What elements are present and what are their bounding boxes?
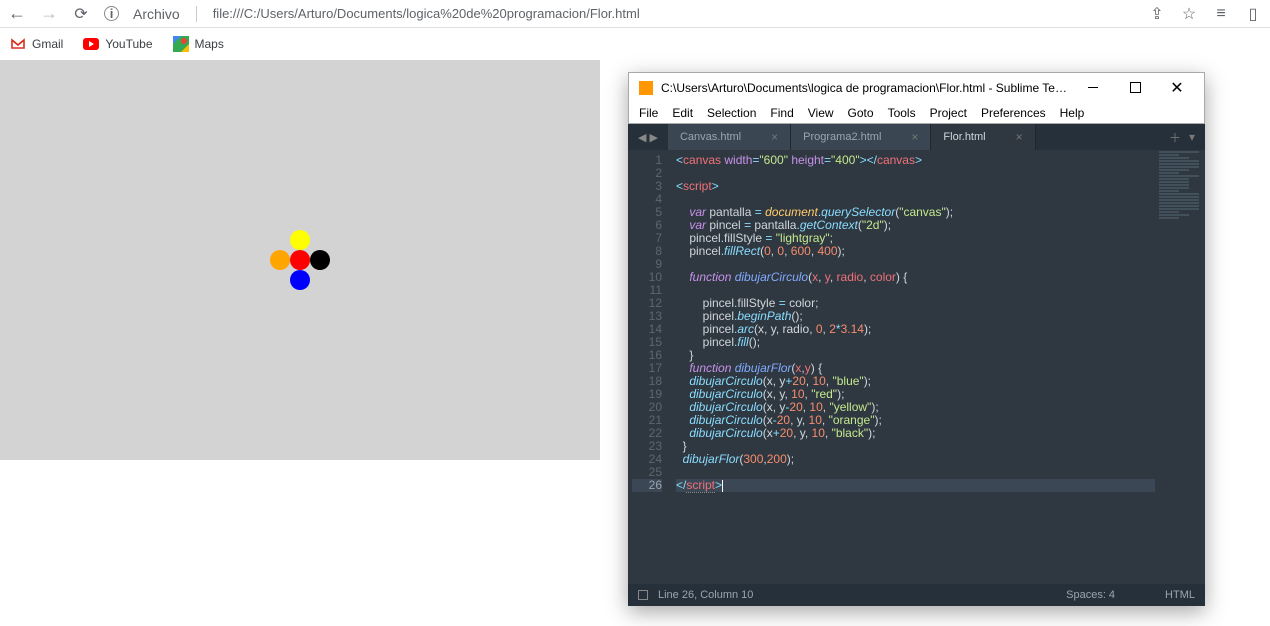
code-line[interactable]: pincel.fillRect(0, 0, 600, 400);	[676, 245, 1205, 258]
tab-close-icon[interactable]: ×	[911, 130, 918, 144]
tab-scroll-arrows[interactable]: ◀ ▶	[628, 124, 668, 150]
flower-petal	[270, 250, 290, 270]
tab-close-icon[interactable]: ×	[771, 130, 778, 144]
bookmark-label: Maps	[195, 37, 224, 51]
menu-file[interactable]: File	[639, 106, 658, 120]
code-line[interactable]: <script>	[676, 180, 1205, 193]
menu-tools[interactable]: Tools	[888, 106, 916, 120]
titlebar[interactable]: C:\Users\Arturo\Documents\logica de prog…	[628, 72, 1205, 102]
editor-tab[interactable]: Canvas.html ×	[668, 124, 791, 150]
forward-button[interactable]: →	[40, 3, 58, 24]
menu-edit[interactable]: Edit	[672, 106, 693, 120]
status-language[interactable]: HTML	[1165, 589, 1195, 601]
back-button[interactable]: ←	[8, 3, 26, 24]
bookmark-maps[interactable]: Maps	[173, 36, 224, 52]
maps-icon	[173, 36, 189, 52]
panel-toggle-icon[interactable]	[638, 590, 648, 600]
menubar: File Edit Selection Find View Goto Tools Projec…	[628, 102, 1205, 124]
menu-find[interactable]: Find	[770, 106, 793, 120]
sublime-logo-icon	[639, 81, 653, 95]
bookmark-label: Gmail	[32, 37, 63, 51]
browser-nav-bar: ← → ⟳ i Archivo file:///C:/Users/Arturo/…	[0, 0, 1270, 28]
editor-tabbar: ◀ ▶ Canvas.html×Programa2.html×Flor.html…	[628, 124, 1205, 150]
menu-view[interactable]: View	[808, 106, 834, 120]
flower-petal	[310, 250, 330, 270]
gmail-icon	[10, 36, 26, 52]
code-line[interactable]: function dibujarCirculo(x, y, radio, col…	[676, 271, 1205, 284]
sublime-window: C:\Users\Arturo\Documents\logica de prog…	[628, 72, 1205, 606]
page-canvas	[0, 60, 600, 460]
status-indent[interactable]: Spaces: 4	[1066, 589, 1115, 601]
flower-petal	[290, 250, 310, 270]
flower-petal	[290, 270, 310, 290]
tab-close-icon[interactable]: ×	[1016, 130, 1023, 144]
bookmark-youtube[interactable]: YouTube	[83, 36, 152, 52]
close-button[interactable]: ✕	[1160, 77, 1194, 99]
editor[interactable]: 1234567891011121314151617181920212223242…	[628, 150, 1205, 584]
url-text[interactable]: file:///C:/Users/Arturo/Documents/logica…	[213, 6, 640, 21]
share-icon[interactable]: ⇪	[1148, 4, 1166, 24]
new-tab-button[interactable]: ＋	[1169, 129, 1181, 146]
gutter: 1234567891011121314151617181920212223242…	[628, 150, 670, 584]
menu-help[interactable]: Help	[1060, 106, 1085, 120]
code-line[interactable]: </script>	[676, 479, 1205, 492]
bookmarks-bar: Gmail YouTube Maps	[0, 28, 1270, 60]
youtube-icon	[83, 36, 99, 52]
flower-petal	[290, 230, 310, 250]
code-area[interactable]: <canvas width="600" height="400"></canva…	[670, 150, 1205, 584]
line-number: 26	[632, 479, 662, 492]
code-line[interactable]: dibujarCirculo(x+20, y, 10, "black");	[676, 427, 1205, 440]
code-line[interactable]: pincel.fill();	[676, 336, 1205, 349]
tab-label: Canvas.html	[680, 131, 741, 143]
code-line[interactable]	[676, 466, 1205, 479]
editor-tab[interactable]: Programa2.html ×	[791, 124, 931, 150]
tab-label: Flor.html	[943, 131, 985, 143]
tab-menu-button[interactable]: ▾	[1189, 130, 1195, 144]
tab-label: Programa2.html	[803, 131, 881, 143]
code-line[interactable]: <canvas width="600" height="400"></canva…	[676, 154, 1205, 167]
bookmark-label: YouTube	[105, 37, 152, 51]
minimize-button[interactable]	[1076, 77, 1110, 99]
window-title: C:\Users\Arturo\Documents\logica de prog…	[661, 81, 1068, 95]
reload-button[interactable]: ⟳	[72, 4, 90, 24]
url-scheme-label: Archivo	[133, 6, 180, 22]
editor-tab[interactable]: Flor.html ×	[931, 124, 1035, 150]
bookmark-gmail[interactable]: Gmail	[10, 36, 63, 52]
statusbar: Line 26, Column 10 Spaces: 4 HTML	[628, 584, 1205, 606]
minimap[interactable]	[1155, 150, 1205, 584]
reading-list-icon[interactable]: ≡	[1212, 5, 1230, 23]
account-icon[interactable]: ▯	[1244, 4, 1262, 24]
info-icon[interactable]: i	[104, 6, 119, 21]
url-separator	[196, 6, 197, 22]
status-cursor-pos: Line 26, Column 10	[658, 589, 753, 601]
code-line[interactable]: dibujarFlor(300,200);	[676, 453, 1205, 466]
menu-project[interactable]: Project	[930, 106, 967, 120]
code-line[interactable]	[676, 167, 1205, 180]
maximize-button[interactable]	[1118, 77, 1152, 99]
star-icon[interactable]: ☆	[1180, 4, 1198, 24]
menu-selection[interactable]: Selection	[707, 106, 756, 120]
menu-goto[interactable]: Goto	[848, 106, 874, 120]
menu-preferences[interactable]: Preferences	[981, 106, 1046, 120]
